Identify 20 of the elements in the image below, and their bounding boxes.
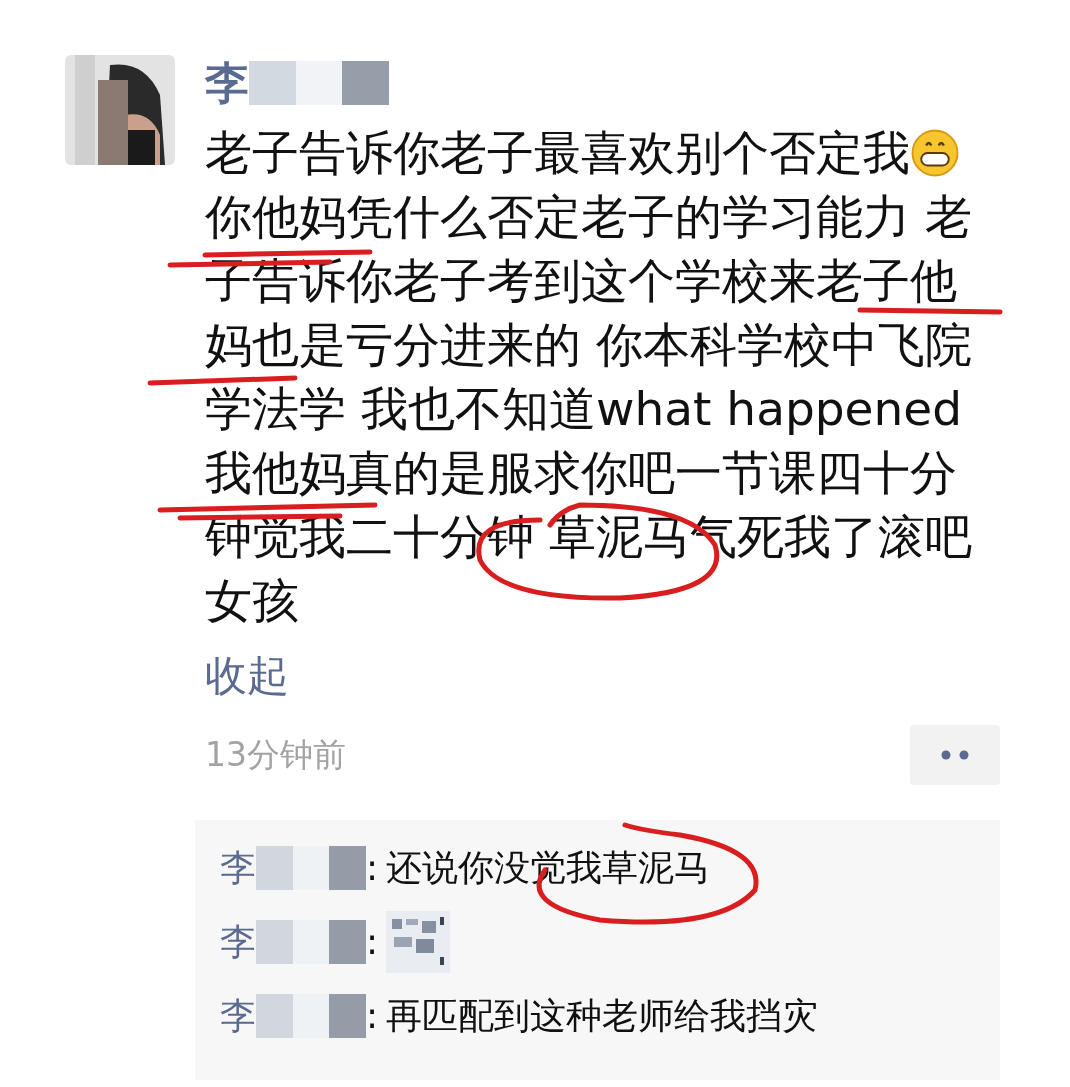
dots-icon	[940, 750, 970, 760]
collapse-link[interactable]: 收起	[205, 655, 1005, 697]
colon: :	[366, 998, 379, 1034]
post-text: 妈也是亏分进来的 你本科学校中飞院	[205, 316, 972, 374]
comment-author[interactable]: 李	[220, 924, 256, 960]
post-text: 老子告诉你老子最喜欢别个否定我	[205, 124, 910, 182]
comment-author[interactable]: 李	[220, 850, 256, 886]
more-button[interactable]	[910, 725, 1000, 785]
post-text: 我他妈真的是服求你吧一节课四十分	[205, 444, 957, 502]
post-text: 你他妈凭什么否定老子的学习能力 老	[205, 188, 972, 246]
colon: :	[366, 924, 379, 960]
comment-text: 再匹配到这种老师给我挡灾	[386, 998, 819, 1034]
comment-author[interactable]: 李	[220, 998, 256, 1034]
colon: :	[366, 850, 379, 886]
post-time: 13分钟前	[205, 734, 346, 777]
author-name[interactable]: 李	[205, 61, 249, 105]
post-text: 学法学 我也不知道what happened	[205, 380, 963, 438]
grinning-emoji-icon	[910, 128, 960, 178]
post-text: 女孩	[205, 572, 299, 630]
image-thumbnail-icon[interactable]	[386, 911, 451, 973]
